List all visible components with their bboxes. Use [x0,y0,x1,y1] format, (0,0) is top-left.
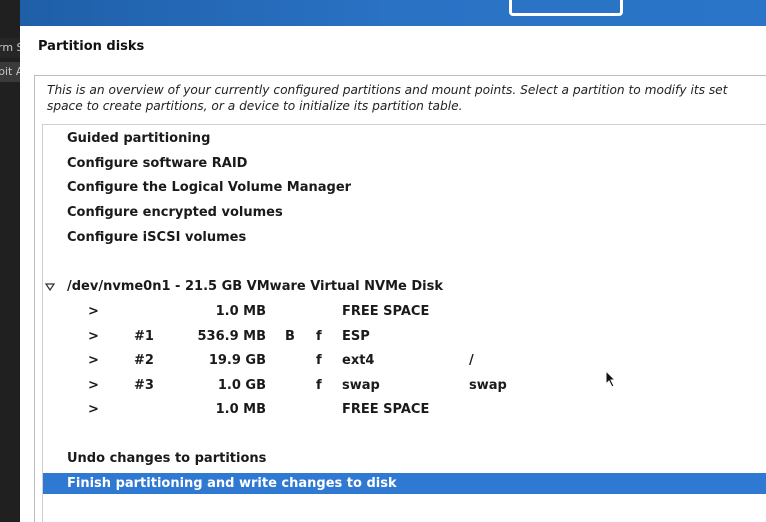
partition-type: swap [342,378,380,393]
background-window-fragment: rm S [0,38,20,58]
partition-size: 19.9 GB [208,353,266,368]
item-label: Configure encrypted volumes [67,205,283,220]
disk-label: /dev/nvme0n1 - 21.5 GB VMware Virtual NV… [67,279,443,294]
item-label: Configure the Logical Volume Manager [67,180,352,195]
background-window-fragment: bit A [0,62,20,82]
format-flag: f [316,353,322,368]
partition-type: FREE SPACE [342,402,430,417]
item-label: Finish partitioning and write changes to… [67,476,397,491]
partition-row[interactable]: > #2 19.9 GB f ext4 / [43,350,766,371]
configure-raid-item[interactable]: Configure software RAID [43,153,766,174]
description-line: This is an overview of your currently co… [47,83,728,97]
boot-flag: B [285,329,295,344]
partition-panel: This is an overview of your currently co… [34,75,766,522]
partition-row[interactable]: > #1 536.9 MB B f ESP [43,326,766,347]
installer-window: Partition disks This is an overview of y… [20,0,766,522]
installer-logo [509,0,623,16]
expand-arrow: > [88,304,99,319]
disk-item[interactable]: /dev/nvme0n1 - 21.5 GB VMware Virtual NV… [43,276,766,297]
guided-partitioning-item[interactable]: Guided partitioning [43,128,766,149]
mouse-pointer-icon [605,369,617,392]
partition-row[interactable]: > 1.0 MB FREE SPACE [43,301,766,322]
partition-type: ESP [342,329,370,344]
mount-point: swap [469,378,507,393]
expand-arrow: > [88,402,99,417]
partition-list: Guided partitioning Configure software R… [42,124,766,522]
undo-changes-item[interactable]: Undo changes to partitions [43,448,766,469]
item-label: Undo changes to partitions [67,451,267,466]
background-window-strip: rm S bit A [0,0,20,522]
item-label: Configure iSCSI volumes [67,230,247,245]
configure-lvm-item[interactable]: Configure the Logical Volume Manager [43,177,766,198]
partition-row[interactable]: > #3 1.0 GB f swap swap [43,375,766,396]
expand-arrow: > [88,329,99,344]
partition-size: 536.9 MB [197,329,267,344]
partition-size: 1.0 MB [215,304,266,319]
configure-iscsi-item[interactable]: Configure iSCSI volumes [43,227,766,248]
expand-arrow: > [88,378,99,393]
partition-type: FREE SPACE [342,304,430,319]
mount-point: / [469,353,474,368]
partition-size: 1.0 MB [215,402,266,417]
finish-partitioning-item[interactable]: Finish partitioning and write changes to… [43,473,766,494]
format-flag: f [316,378,322,393]
page-title: Partition disks [38,39,145,54]
description-line: space to create partitions, or a device … [47,99,463,113]
partition-row[interactable]: > 1.0 MB FREE SPACE [43,399,766,420]
configure-encrypted-item[interactable]: Configure encrypted volumes [43,202,766,223]
partition-number: #1 [134,329,154,344]
installer-banner [20,0,766,26]
item-label: Configure software RAID [67,156,248,171]
expand-arrow: > [88,353,99,368]
partition-type: ext4 [342,353,375,368]
partition-number: #3 [134,378,154,393]
partition-number: #2 [134,353,154,368]
item-label: Guided partitioning [67,131,211,146]
format-flag: f [316,329,322,344]
partition-size: 1.0 GB [217,378,266,393]
description-text: This is an overview of your currently co… [47,82,766,114]
